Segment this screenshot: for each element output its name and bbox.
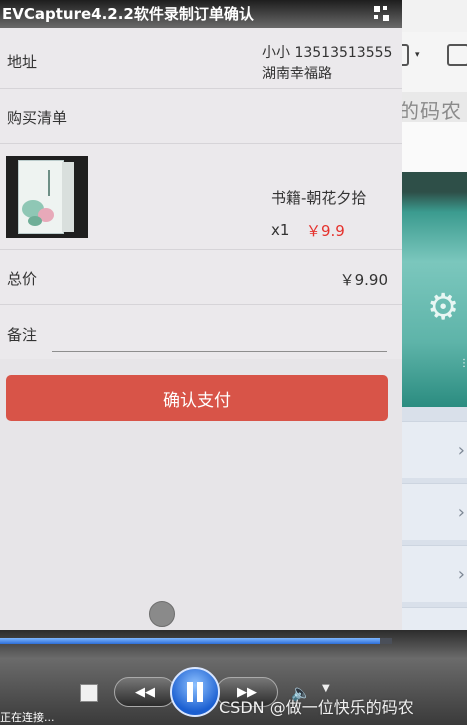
list-item[interactable]: › — [401, 421, 467, 478]
note-row: 备注 — [0, 305, 402, 359]
order-confirm-page: EVCapture4.2.2软件录制订单确认 地址 小小 13513513555… — [0, 0, 402, 725]
note-input[interactable] — [52, 317, 387, 352]
item-quantity: x1 — [271, 221, 290, 239]
pause-icon — [187, 682, 193, 702]
stop-button[interactable] — [80, 684, 98, 702]
chevron-right-icon: › — [457, 564, 465, 585]
touch-indicator — [149, 601, 175, 627]
shopping-list-header: 购买清单 — [0, 89, 402, 143]
rewind-icon: ◀◀ — [135, 684, 155, 700]
address-name-phone: 小小 13513513555 — [262, 45, 393, 61]
total-value: ￥9.90 — [339, 271, 388, 289]
shopping-list-label: 购买清单 — [7, 109, 68, 127]
background-toolbar: ▾ 码 资源 — [401, 32, 467, 123]
progress-bar[interactable] — [0, 638, 392, 644]
list-item[interactable]: › — [401, 483, 467, 540]
capture-title: EVCapture4.2.2软件录制订单确认 — [2, 3, 254, 24]
menu-dots-icon: ⋮ — [459, 358, 467, 369]
chevron-right-icon: › — [457, 440, 465, 461]
address-label: 地址 — [7, 53, 38, 71]
total-label: 总价 — [7, 270, 38, 288]
recorder-title: EVCapture4.2.2软件录制 — [2, 5, 194, 23]
cart-item[interactable]: 书籍-朝花夕拾 x1 ￥9.9 — [0, 144, 402, 249]
confirm-pay-button[interactable]: 确认支付 — [6, 375, 388, 421]
note-label: 备注 — [7, 326, 38, 344]
page-title: 订单确认 — [193, 5, 254, 23]
chevron-right-icon: › — [457, 502, 465, 523]
background-browser-window: ▾ 码 资源 的码农 ⋮ ⚙ › › › › — [401, 0, 467, 725]
dropdown-caret-icon[interactable]: ▾ — [415, 50, 420, 60]
item-price: ￥9.9 — [306, 222, 345, 240]
pause-button[interactable] — [170, 667, 220, 717]
volume-dropdown-icon[interactable]: ▼ — [322, 683, 330, 694]
code-icon[interactable] — [401, 44, 409, 66]
address-row[interactable]: 地址 小小 13513513555 湖南幸福路 — [0, 28, 402, 88]
background-gap — [401, 122, 467, 172]
address-street: 湖南幸福路 — [262, 66, 332, 82]
item-name: 书籍-朝花夕拾 — [271, 189, 367, 207]
gear-icon: ⚙ — [427, 287, 460, 328]
progress-fill — [0, 638, 381, 644]
rewind-button[interactable]: ◀◀ — [114, 677, 176, 707]
list-item[interactable]: › — [401, 545, 467, 602]
book-cover-image — [6, 156, 88, 238]
total-row: 总价 ￥9.90 — [0, 250, 402, 304]
background-banner-text: 的码农 — [401, 99, 462, 123]
capture-title-bar: EVCapture4.2.2软件录制订单确认 — [0, 0, 402, 28]
csdn-watermark: CSDN @做一位快乐的码农 — [219, 698, 414, 717]
resource-icon[interactable] — [447, 44, 467, 66]
restore-window-icon[interactable] — [374, 6, 390, 22]
connection-status: 正在连接... — [0, 711, 55, 724]
